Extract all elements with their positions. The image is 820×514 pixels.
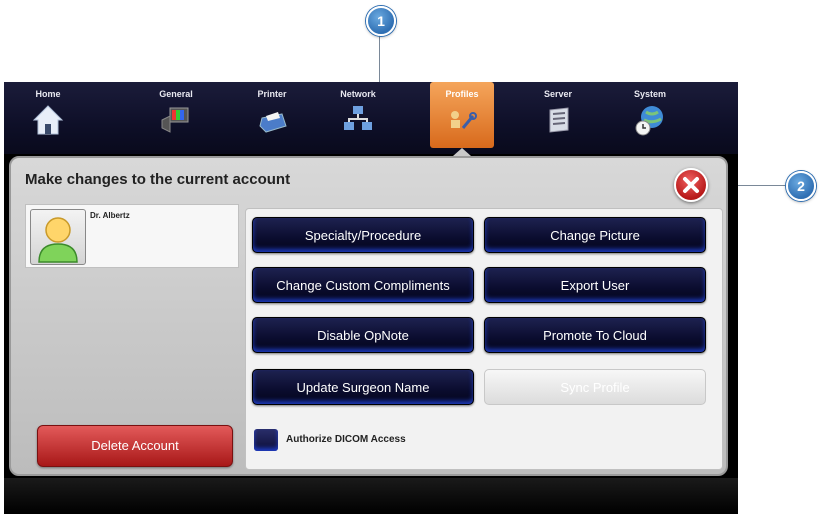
actions-panel: Specialty/Procedure Change Picture Chang…: [245, 208, 723, 470]
account-panel: Make changes to the current account Dr. …: [9, 156, 728, 476]
server-icon: [549, 107, 569, 133]
profiles-tools-icon: [451, 111, 477, 129]
bottom-bar: [4, 478, 738, 514]
disable-opnote-button[interactable]: Disable OpNote: [252, 317, 474, 353]
tab-printer[interactable]: Printer: [240, 82, 304, 148]
printer-icon: [259, 112, 287, 133]
tab-label: Network: [340, 89, 376, 99]
sync-profile-button: Sync Profile: [484, 369, 706, 405]
network-icon: [344, 106, 372, 130]
tab-label: General: [159, 89, 193, 99]
update-surgeon-name-button[interactable]: Update Surgeon Name: [252, 369, 474, 405]
tab-label: System: [633, 89, 667, 99]
globe-clock-icon: [635, 106, 663, 136]
export-user-button[interactable]: Export User: [484, 267, 706, 303]
close-icon: [683, 177, 699, 193]
user-card[interactable]: Dr. Albertz: [25, 204, 239, 268]
tab-label: Server: [543, 89, 573, 99]
authorize-dicom-label: Authorize DICOM Access: [286, 434, 406, 445]
delete-account-button[interactable]: Delete Account: [37, 425, 233, 467]
specialty-procedure-button[interactable]: Specialty/Procedure: [252, 217, 474, 253]
callout-1: 1: [366, 6, 396, 36]
change-picture-button[interactable]: Change Picture: [484, 217, 706, 253]
callout-2: 2: [786, 171, 816, 201]
change-custom-compliments-button[interactable]: Change Custom Compliments: [252, 267, 474, 303]
close-button[interactable]: [674, 168, 708, 202]
tab-profiles[interactable]: Profiles: [430, 82, 494, 148]
tab-system[interactable]: System: [618, 82, 682, 148]
home-icon: [32, 105, 64, 135]
tab-network[interactable]: Network: [326, 82, 390, 148]
tab-label: Home: [35, 89, 61, 99]
avatar: [30, 209, 86, 265]
active-tab-pointer: [453, 148, 471, 156]
top-nav-bar: Home General Printer Network Profiles Se…: [4, 82, 738, 154]
tab-home[interactable]: Home: [16, 82, 80, 148]
authorize-dicom-checkbox[interactable]: [254, 429, 278, 451]
user-name: Dr. Albertz: [90, 211, 130, 220]
panel-title: Make changes to the current account: [25, 171, 291, 188]
promote-to-cloud-button[interactable]: Promote To Cloud: [484, 317, 706, 353]
tab-server[interactable]: Server: [526, 82, 590, 148]
tab-label: Profiles: [445, 89, 479, 99]
tab-general[interactable]: General: [144, 82, 208, 148]
monitor-speaker-icon: [161, 107, 189, 133]
device-screen: Home General Printer Network Profiles Se…: [4, 82, 738, 514]
callout-2-line: [736, 185, 788, 186]
tab-label: Printer: [257, 89, 287, 99]
user-avatar-icon: [38, 217, 78, 263]
